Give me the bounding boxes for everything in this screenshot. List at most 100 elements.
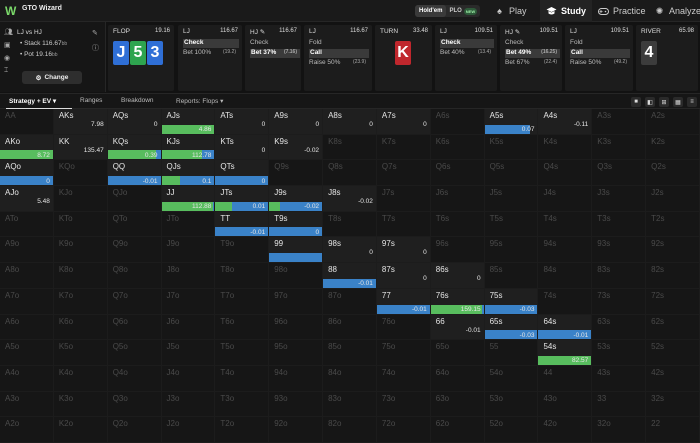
hand-cell-J7s[interactable]: J7s — [376, 186, 431, 212]
hand-cell-73o[interactable]: 73o — [376, 391, 431, 418]
hand-cell-97s[interactable]: 97s 0 — [376, 237, 431, 264]
hand-cell-A5o[interactable]: A5o — [0, 340, 54, 366]
hand-cell-J9o[interactable]: J9o — [161, 237, 216, 264]
hand-cell-52s[interactable]: 52s — [646, 340, 700, 366]
option-bet-67[interactable]: Bet 67% (22.4) — [505, 59, 560, 68]
hand-cell-T8o[interactable]: T8o — [215, 263, 270, 289]
hand-cell-ATs[interactable]: ATs 0 — [215, 109, 270, 135]
hand-cell-94s[interactable]: 94s — [538, 237, 593, 264]
plo-toggle[interactable]: PLO NEW — [446, 7, 480, 15]
hand-cell-A2s[interactable]: A2s — [646, 109, 700, 135]
hand-cell-J5o[interactable]: J5o — [161, 340, 216, 366]
hand-cell-K7o[interactable]: K7o — [53, 288, 108, 315]
flop-panel[interactable]: FLOP 19.16 J 5 3 — [108, 25, 174, 91]
hand-cell-99[interactable]: 99 — [269, 237, 324, 264]
nav-study[interactable]: Study — [540, 0, 593, 22]
hand-cell-A6o[interactable]: A6o — [0, 314, 54, 341]
hand-cell-A9s[interactable]: A9s 0 — [269, 109, 324, 135]
hand-cell-AJo[interactable]: AJo 5.48 — [0, 186, 54, 212]
hand-cell-J6o[interactable]: J6o — [161, 314, 216, 341]
hand-cell-65s[interactable]: 65s -0.03 — [484, 314, 539, 341]
hand-cell-Q4s[interactable]: Q4s — [538, 160, 593, 187]
option-check[interactable]: Check — [505, 39, 560, 48]
hand-cell-JJ[interactable]: JJ 112.88 — [161, 186, 216, 212]
hand-cell-J9s[interactable]: J9s -0.02 — [269, 186, 324, 212]
hand-cell-Q9s[interactable]: Q9s — [269, 160, 324, 187]
hand-cell-A9o[interactable]: A9o — [0, 237, 54, 264]
hand-cell-K4o[interactable]: K4o — [53, 365, 108, 392]
hand-cell-A8s[interactable]: A8s 0 — [323, 109, 377, 135]
hand-cell-A5s[interactable]: A5s 0.07 — [484, 109, 539, 135]
tab-strategy-ev[interactable]: Strategy + EV ▾ — [9, 97, 56, 105]
hand-cell-22[interactable]: 22 — [646, 417, 700, 443]
hand-cell-86s[interactable]: 86s 0 — [430, 263, 485, 289]
hand-cell-K9o[interactable]: K9o — [53, 237, 108, 264]
action-panel-lj-2[interactable]: LJ 116.67 Fold Call Raise 50% (23.9) — [304, 25, 372, 91]
hand-cell-AJs[interactable]: AJs 4.86 — [161, 109, 216, 135]
hand-cell-K5s[interactable]: K5s — [484, 134, 539, 161]
tab-breakdown[interactable]: Breakdown — [121, 97, 154, 104]
hand-cell-54o[interactable]: 54o — [484, 365, 539, 392]
hand-cell-J4o[interactable]: J4o — [161, 365, 216, 392]
hand-cell-74s[interactable]: 74s — [538, 288, 593, 315]
option-check[interactable]: Check — [250, 39, 300, 48]
turn-panel[interactable]: TURN 33.48 K — [375, 25, 432, 91]
view-grid-icon[interactable]: ▦ — [673, 97, 683, 107]
hand-cell-98s[interactable]: 98s 0 — [323, 237, 377, 264]
action-panel-lj-3[interactable]: LJ 109.51 Check Bet 40% (13.4) — [435, 25, 497, 91]
hand-cell-K6o[interactable]: K6o — [53, 314, 108, 341]
option-bet-49[interactable]: Bet 49% (16.25) — [505, 49, 560, 58]
hand-cell-AQs[interactable]: AQs 0 — [107, 109, 162, 135]
hand-cell-J2s[interactable]: J2s — [646, 186, 700, 212]
hand-cell-Q4o[interactable]: Q4o — [107, 365, 162, 392]
view-quad-icon[interactable]: ⊞ — [659, 97, 669, 107]
hand-cell-55[interactable]: 55 — [484, 340, 539, 366]
hand-cell-85s[interactable]: 85s — [484, 263, 539, 289]
hand-cell-T9s[interactable]: T9s 0 — [269, 211, 324, 238]
hand-cell-T2o[interactable]: T2o — [215, 417, 270, 443]
hand-cell-A3s[interactable]: A3s — [592, 109, 647, 135]
hand-cell-82s[interactable]: 82s — [646, 263, 700, 289]
hand-cell-A6s[interactable]: A6s — [430, 109, 485, 135]
option-call[interactable]: Call — [309, 49, 369, 58]
nav-practice[interactable]: Practice — [594, 0, 650, 22]
hand-cell-T4o[interactable]: T4o — [215, 365, 270, 392]
hand-cell-53o[interactable]: 53o — [484, 391, 539, 418]
hand-cell-93s[interactable]: 93s — [592, 237, 647, 264]
hand-cell-75o[interactable]: 75o — [376, 340, 431, 366]
hand-cell-85o[interactable]: 85o — [323, 340, 377, 366]
hand-cell-ATo[interactable]: ATo — [0, 211, 54, 238]
view-split-icon[interactable]: ◧ — [645, 97, 655, 107]
tab-reports[interactable]: Reports: Flops ▾ — [176, 97, 223, 105]
hand-cell-95s[interactable]: 95s — [484, 237, 539, 264]
hand-cell-T5o[interactable]: T5o — [215, 340, 270, 366]
pencil-icon[interactable]: ✎ — [92, 29, 99, 37]
hand-cell-KQo[interactable]: KQo — [53, 160, 108, 187]
hand-cell-62o[interactable]: 62o — [430, 417, 485, 443]
hand-cell-T5s[interactable]: T5s — [484, 211, 539, 238]
hand-cell-J8o[interactable]: J8o — [161, 263, 216, 289]
users-icon[interactable]: 👥︎ — [4, 28, 13, 36]
hand-cell-JTs[interactable]: JTs 0.01 — [215, 186, 270, 212]
save-icon[interactable]: ▣ — [4, 41, 13, 49]
hand-cell-J3s[interactable]: J3s — [592, 186, 647, 212]
hand-cell-92o[interactable]: 92o — [269, 417, 324, 443]
view-list-icon[interactable]: ≡ — [687, 97, 697, 107]
hand-cell-42o[interactable]: 42o — [538, 417, 593, 443]
hand-cell-Q3o[interactable]: Q3o — [107, 391, 162, 418]
hand-cell-32o[interactable]: 32o — [592, 417, 647, 443]
hand-cell-76s[interactable]: 76s 159.15 — [430, 288, 485, 315]
info-icon[interactable]: ⓘ — [92, 43, 99, 53]
hand-cell-A4s[interactable]: A4s -0.11 — [538, 109, 593, 135]
hand-cell-63s[interactable]: 63s — [592, 314, 647, 341]
hand-cell-A3o[interactable]: A3o — [0, 391, 54, 418]
hand-cell-J3o[interactable]: J3o — [161, 391, 216, 418]
hand-cell-82o[interactable]: 82o — [323, 417, 377, 443]
option-fold[interactable]: Fold — [570, 39, 630, 48]
hand-cell-K2s[interactable]: K2s — [646, 134, 700, 161]
hand-cell-Q7s[interactable]: Q7s — [376, 160, 431, 187]
option-raise-50[interactable]: Raise 50% (49.2) — [570, 59, 630, 68]
hand-cell-42s[interactable]: 42s — [646, 365, 700, 392]
action-panel-lj-4[interactable]: LJ 109.51 Fold Call Raise 50% (49.2) — [565, 25, 633, 91]
hand-cell-A4o[interactable]: A4o — [0, 365, 54, 392]
